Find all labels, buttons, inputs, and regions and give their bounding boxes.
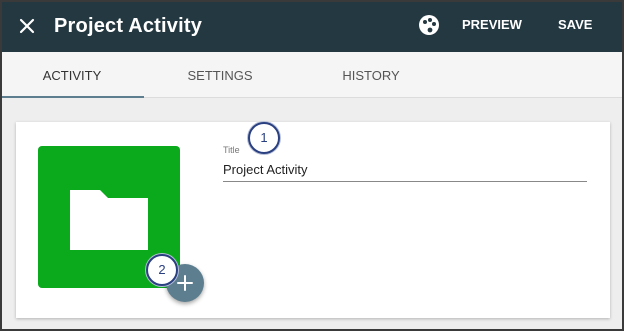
palette-button[interactable] <box>418 14 440 36</box>
palette-icon <box>419 15 439 35</box>
folder-icon <box>70 190 148 250</box>
save-button[interactable]: SAVE <box>558 17 592 33</box>
close-button[interactable] <box>14 13 40 39</box>
page-title: Project Activity <box>54 15 203 37</box>
tab-history[interactable]: HISTORY <box>301 52 441 98</box>
preview-button[interactable]: PREVIEW <box>462 17 522 33</box>
plus-icon <box>177 275 193 291</box>
top-app-bar: Project Activity PREVIEW SAVE <box>2 2 622 52</box>
title-field-label: Title <box>223 145 240 155</box>
app-window: Project Activity PREVIEW SAVE ACTIVITY S… <box>0 0 624 331</box>
callout-badge-1: 1 <box>248 122 280 154</box>
close-icon <box>19 18 35 34</box>
tab-settings[interactable]: SETTINGS <box>150 52 290 98</box>
callout-badge-2: 2 <box>146 254 178 286</box>
active-tab-indicator <box>2 96 144 98</box>
tab-activity[interactable]: ACTIVITY <box>2 52 142 98</box>
tab-bar: ACTIVITY SETTINGS HISTORY <box>2 52 622 98</box>
title-input[interactable] <box>223 158 587 182</box>
activity-card: Title <box>16 122 610 318</box>
